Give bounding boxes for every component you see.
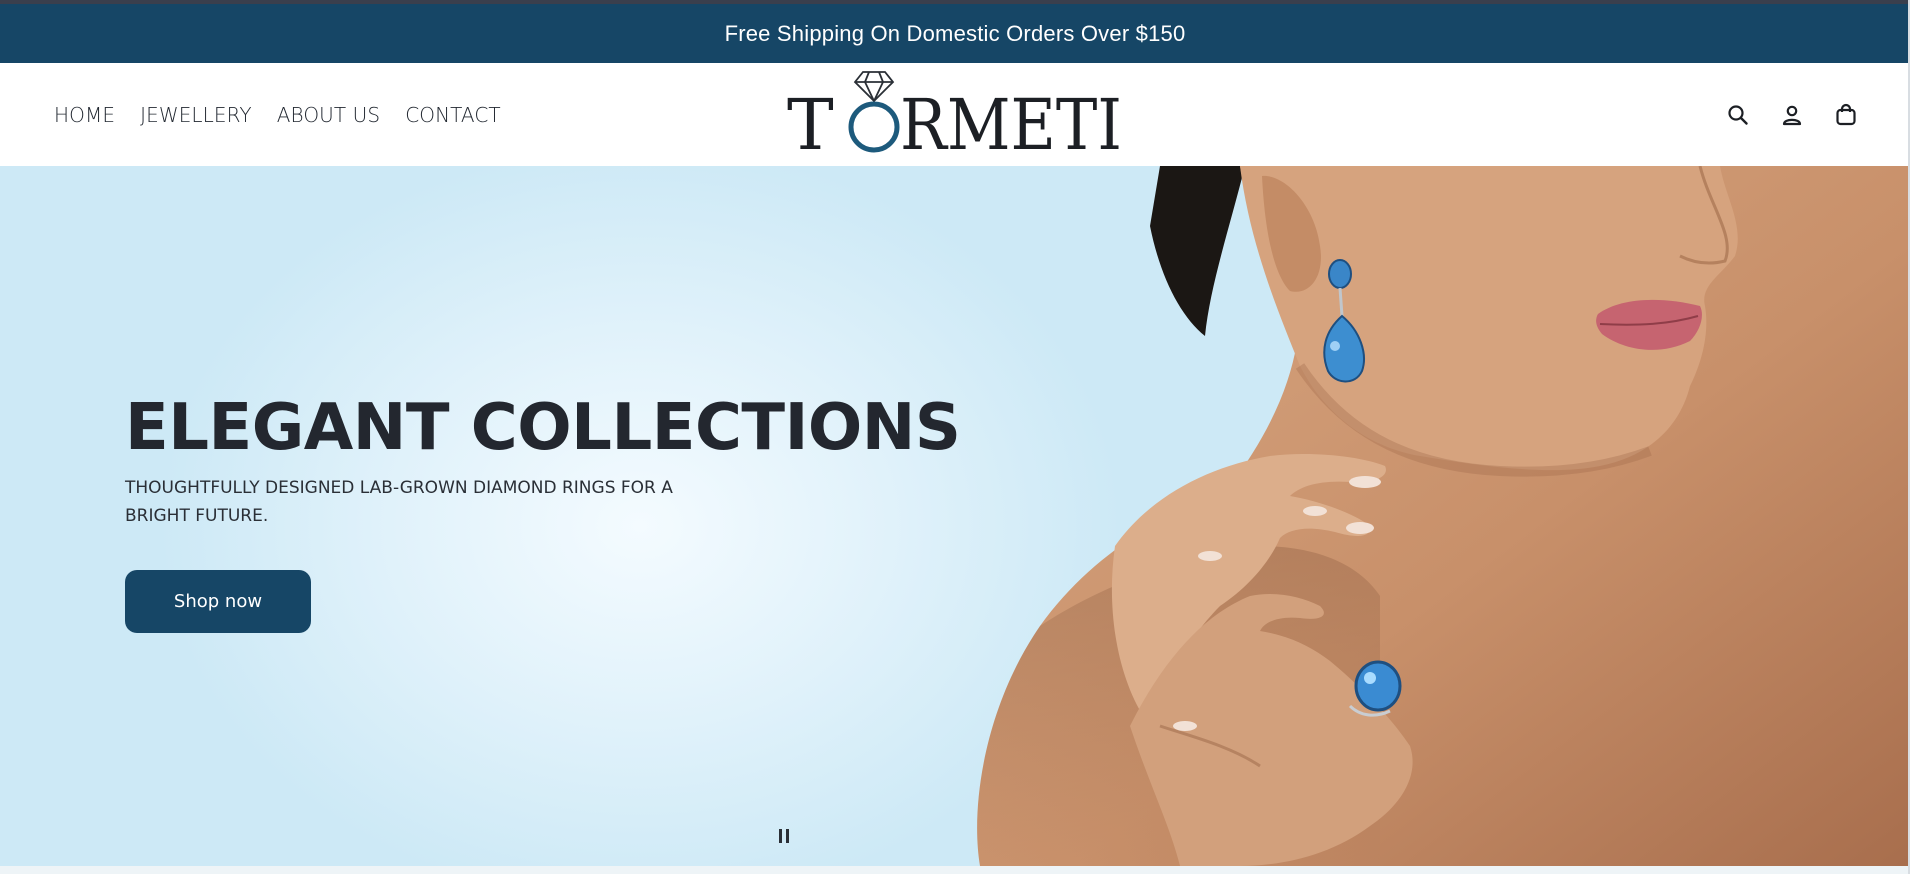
page-bottom-strip [0, 866, 1910, 874]
cart-icon[interactable] [1832, 101, 1860, 129]
hero-banner: ELEGANT COLLECTIONS THOUGHTFULLY DESIGNE… [0, 166, 1910, 866]
ring-icon [848, 101, 900, 153]
site-header: HOME JEWELLERY ABOUT US CONTACT T RMETI [0, 63, 1910, 166]
hero-subtitle: THOUGHTFULLY DESIGNED LAB-GROWN DIAMOND … [125, 478, 673, 526]
nav-contact[interactable]: CONTACT [405, 103, 501, 127]
nav-about-us[interactable]: ABOUT US [277, 103, 381, 127]
brand-logo-mark: T RMETI [787, 71, 1122, 166]
hero-title: ELEGANT COLLECTIONS [125, 391, 961, 465]
nav-home[interactable]: HOME [54, 103, 115, 127]
logo-letters: RMETI [900, 84, 1122, 161]
diamond-icon [853, 71, 895, 103]
header-icons [1724, 63, 1860, 166]
account-icon[interactable] [1778, 101, 1806, 129]
pause-icon[interactable] [776, 826, 792, 846]
logo-letter-t: T [787, 84, 834, 161]
announcement-text: Free Shipping On Domestic Orders Over $1… [724, 20, 1186, 46]
shop-now-button[interactable]: Shop now [125, 570, 311, 633]
search-icon[interactable] [1724, 101, 1752, 129]
main-nav: HOME JEWELLERY ABOUT US CONTACT [54, 63, 501, 166]
announcement-bar: Free Shipping On Domestic Orders Over $1… [0, 4, 1910, 63]
nav-jewellery[interactable]: JEWELLERY [140, 103, 252, 127]
brand-logo[interactable]: T RMETI [785, 69, 1125, 166]
hair [1150, 166, 1245, 336]
